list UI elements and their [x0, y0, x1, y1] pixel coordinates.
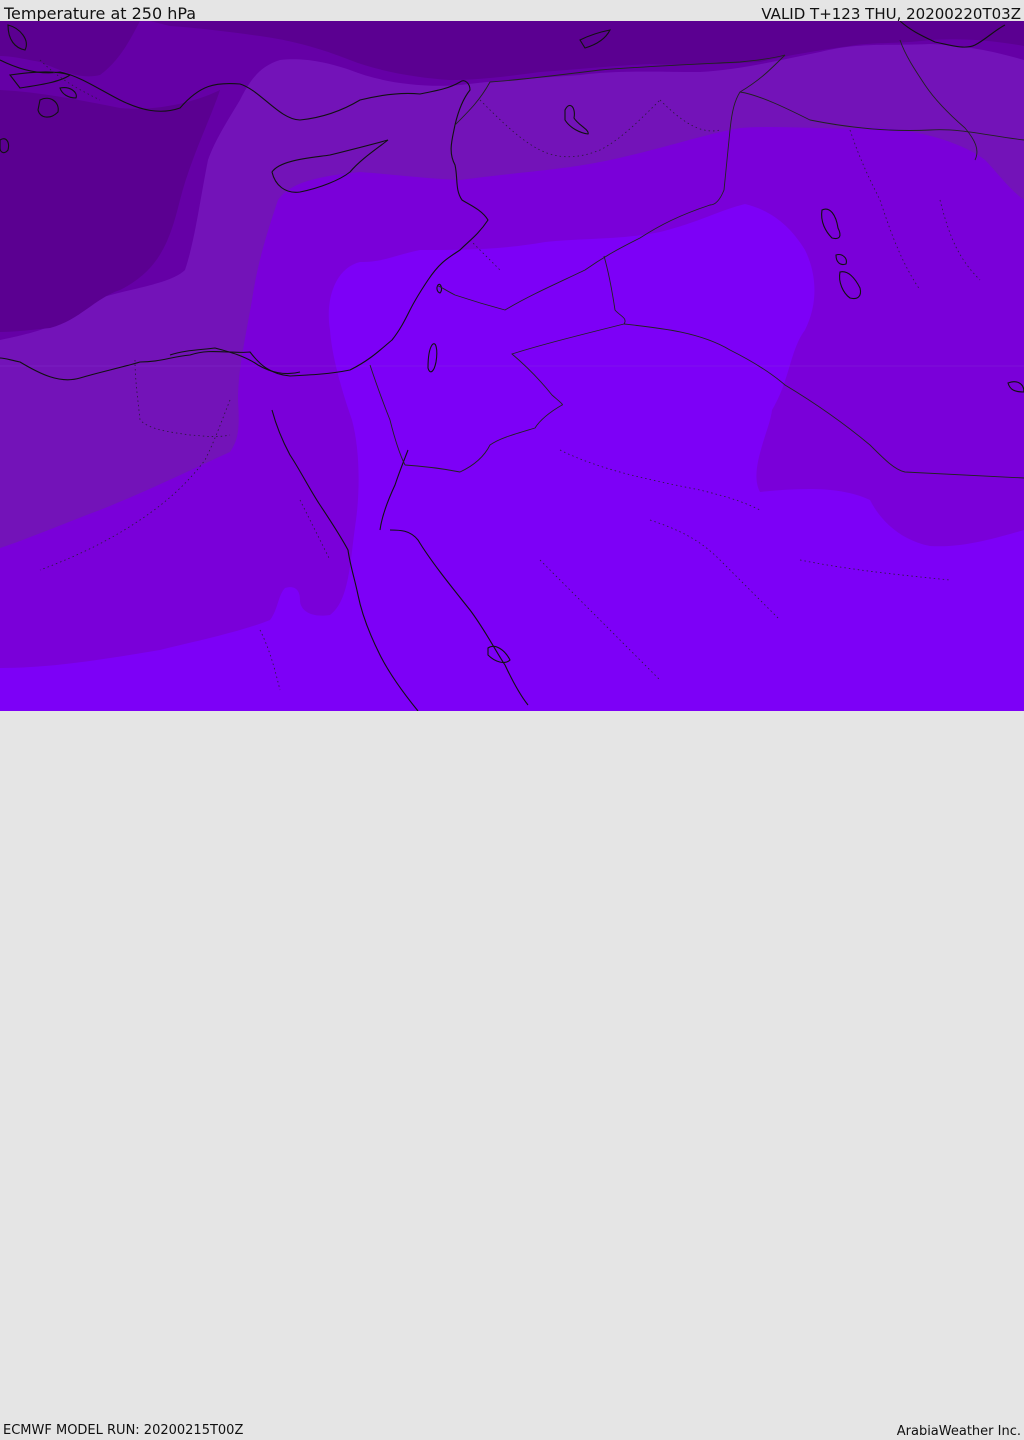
credit-label: ArabiaWeather Inc. [896, 1424, 1021, 1439]
model-run-label: ECMWF MODEL RUN: 20200215T00Z [3, 1423, 244, 1438]
header-bar: Temperature at 250 hPa VALID T+123 THU, … [0, 0, 1024, 23]
footer-bar: ECMWF MODEL RUN: 20200215T00Z ArabiaWeat… [0, 711, 1024, 1439]
temperature-map[interactable] [0, 21, 1024, 711]
